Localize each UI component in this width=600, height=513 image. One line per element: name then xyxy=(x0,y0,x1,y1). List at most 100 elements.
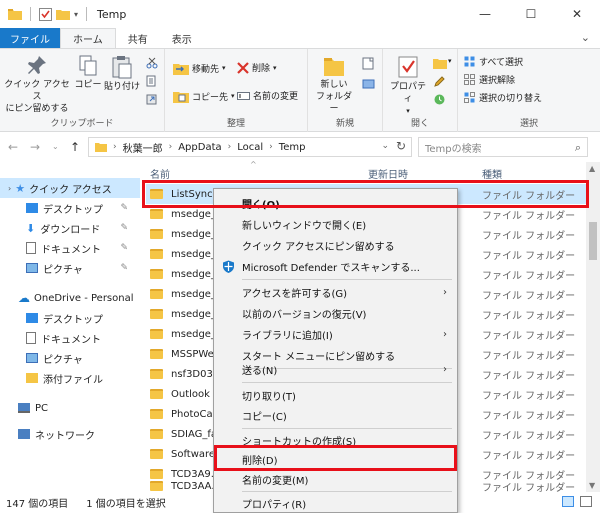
nav-downloads[interactable]: ⬇ ダウンロード ✎ xyxy=(0,218,140,238)
folder-icon xyxy=(150,449,163,459)
select-all-button[interactable]: すべて選択 xyxy=(464,55,523,68)
large-icons-view-icon[interactable] xyxy=(580,496,592,507)
menu-item-send-to[interactable]: 送る(N) › xyxy=(214,359,457,380)
up-arrow-icon[interactable]: ↑ xyxy=(70,140,80,154)
nav-desktop[interactable]: デスクトップ ✎ xyxy=(0,198,140,218)
easy-access-icon[interactable] xyxy=(362,77,375,90)
pin-icon[interactable]: ✎ xyxy=(120,263,128,273)
new-item-icon[interactable] xyxy=(362,57,375,70)
breadcrumb-local[interactable]: Local xyxy=(237,142,263,153)
menu-item-properties[interactable]: プロパティ(R) xyxy=(214,493,457,513)
copy-path-icon[interactable] xyxy=(146,75,158,87)
menu-item-restore-previous[interactable]: 以前のバージョンの復元(V) xyxy=(214,303,457,324)
search-input[interactable]: Tempの検索 ⌕ xyxy=(418,137,588,157)
rename-button[interactable]: 名前の変更 xyxy=(237,89,298,102)
nav-quick-access[interactable]: › ★ クイック アクセス xyxy=(0,178,140,198)
nav-onedrive-documents[interactable]: ドキュメント xyxy=(0,328,140,348)
menu-item-rename[interactable]: 名前の変更(M) xyxy=(214,469,457,490)
file-type: ファイル フォルダー xyxy=(482,410,576,422)
minimize-button[interactable]: — xyxy=(462,0,508,28)
refresh-icon[interactable]: ↻ xyxy=(396,139,406,153)
file-type: ファイル フォルダー xyxy=(482,230,576,242)
edit-icon[interactable] xyxy=(433,75,446,88)
scroll-up-icon[interactable]: ▲ xyxy=(589,164,595,173)
back-arrow-icon[interactable]: ← xyxy=(8,140,18,154)
breadcrumb-user[interactable]: 秋葉一郎 xyxy=(123,140,163,155)
breadcrumb-temp[interactable]: Temp xyxy=(279,142,306,153)
breadcrumb-chevron-icon: › xyxy=(227,142,232,152)
delete-ribbon-label: 削除 xyxy=(252,64,271,74)
move-to-button[interactable]: 移動先 ▾ xyxy=(173,61,226,75)
nav-label: デスクトップ xyxy=(43,314,103,326)
properties-ribbon-button[interactable]: プロパティ ▾ xyxy=(387,55,429,117)
paste-button[interactable]: 貼り付け xyxy=(104,55,140,93)
folder-icon xyxy=(150,249,163,259)
copy-button[interactable]: コピー xyxy=(74,55,102,91)
new-group: 新しい フォルダー 新規 xyxy=(308,49,383,133)
scroll-down-icon[interactable]: ▼ xyxy=(589,481,595,490)
nav-pc[interactable]: PC xyxy=(0,398,140,418)
tab-share[interactable]: 共有 xyxy=(116,28,160,48)
pin-icon xyxy=(28,56,46,74)
forward-arrow-icon[interactable]: → xyxy=(30,140,40,154)
tab-home[interactable]: ホーム xyxy=(60,28,116,48)
nav-onedrive-desktop[interactable]: デスクトップ xyxy=(0,308,140,328)
delete-dropdown-icon: ▾ xyxy=(273,63,277,72)
menu-item-defender-scan[interactable]: Microsoft Defender でスキャンする... xyxy=(214,256,457,277)
open-dropdown-icon[interactable]: ▾ xyxy=(448,57,452,65)
new-folder-button[interactable]: 新しい フォルダー xyxy=(312,55,356,115)
ribbon-expand-icon[interactable]: ⌄ xyxy=(581,31,590,44)
open-with-icon[interactable] xyxy=(433,57,447,69)
nav-attachments[interactable]: 添付ファイル xyxy=(0,368,140,388)
select-group: すべて選択 選択解除 選択の切り替え 選択 xyxy=(458,49,600,133)
maximize-button[interactable]: ☐ xyxy=(508,0,554,28)
select-none-button[interactable]: 選択解除 xyxy=(464,73,515,86)
menu-item-open-new-window[interactable]: 新しいウィンドウで開く(E) xyxy=(214,214,457,235)
menu-item-give-access[interactable]: アクセスを許可する(G) › xyxy=(214,282,457,303)
item-count: 147 個の項目 xyxy=(6,499,69,510)
clipboard-group-label: クリップボード xyxy=(50,119,114,129)
nav-onedrive[interactable]: ☁ OneDrive - Personal xyxy=(0,288,140,308)
menu-item-copy[interactable]: コピー(C) xyxy=(214,405,457,426)
pin-icon[interactable]: ✎ xyxy=(120,203,128,213)
paste-shortcut-icon[interactable] xyxy=(146,93,158,105)
menu-item-pin-quick-access[interactable]: クイック アクセスにピン留めする xyxy=(214,235,457,256)
delete-ribbon-button[interactable]: 削除 ▾ xyxy=(237,61,277,74)
vertical-scrollbar[interactable]: ▲ ▼ xyxy=(586,162,600,492)
copy-to-button[interactable]: コピー先 ▾ xyxy=(173,89,235,103)
properties-check-icon[interactable] xyxy=(39,7,52,21)
nav-network[interactable]: ネットワーク xyxy=(0,424,140,444)
pc-icon xyxy=(18,403,30,413)
selected-count: 1 個の項目を選択 xyxy=(86,499,166,510)
qat-divider xyxy=(30,7,31,21)
picture-icon xyxy=(26,263,38,273)
pin-icon[interactable]: ✎ xyxy=(120,223,128,233)
close-button[interactable]: ✕ xyxy=(554,0,600,28)
menu-item-cut[interactable]: 切り取り(T) xyxy=(214,385,457,406)
pin-icon[interactable]: ✎ xyxy=(120,243,128,253)
scroll-thumb[interactable] xyxy=(589,222,597,260)
menu-item-label: 切り取り(T) xyxy=(242,392,296,403)
address-box[interactable]: › 秋葉一郎 › AppData › Local › Temp ⌄ ↻ xyxy=(88,137,412,157)
nav-documents[interactable]: ドキュメント ✎ xyxy=(0,238,140,258)
history-icon[interactable] xyxy=(433,93,446,106)
cut-icon[interactable] xyxy=(146,57,158,69)
details-view-icon[interactable] xyxy=(562,496,574,507)
search-placeholder: Tempの検索 xyxy=(425,143,482,155)
pin-quick-access-button[interactable]: クイック アクセス にピン留めする xyxy=(4,55,70,115)
qat-dropdown-icon[interactable]: ▾ xyxy=(74,10,78,19)
address-dropdown-icon[interactable]: ⌄ xyxy=(381,141,389,151)
desktop-icon xyxy=(26,203,38,213)
breadcrumb-appdata[interactable]: AppData xyxy=(178,142,221,153)
menu-separator xyxy=(242,491,452,492)
expand-chevron-icon[interactable]: › xyxy=(8,184,11,193)
tab-view[interactable]: 表示 xyxy=(160,28,204,48)
tab-file[interactable]: ファイル xyxy=(0,28,60,48)
copy-to-icon xyxy=(173,92,189,103)
invert-selection-button[interactable]: 選択の切り替え xyxy=(464,91,542,104)
recent-locations-chevron-icon[interactable]: ⌄ xyxy=(52,142,59,151)
nav-pictures[interactable]: ピクチャ ✎ xyxy=(0,258,140,278)
nav-onedrive-pictures[interactable]: ピクチャ xyxy=(0,348,140,368)
menu-item-include-library[interactable]: ライブラリに追加(I) › xyxy=(214,324,457,345)
new-folder-qat-icon[interactable] xyxy=(56,8,70,20)
